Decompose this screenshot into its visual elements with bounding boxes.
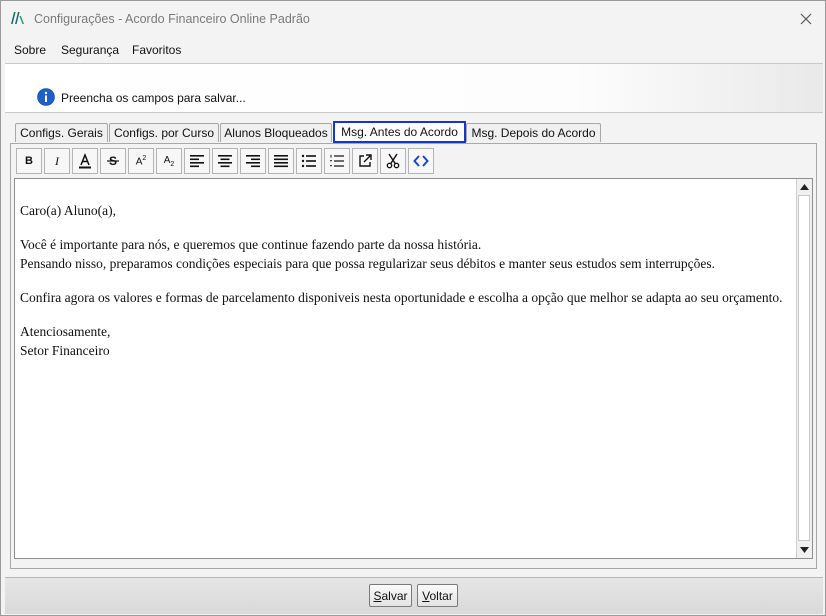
justify-icon	[274, 155, 288, 168]
italic-button[interactable]: I	[44, 148, 70, 174]
source-code-icon	[413, 155, 429, 167]
tab-configs-por-curso[interactable]: Configs. por Curso	[109, 123, 219, 142]
tab-label: Msg. Depois do Acordo	[471, 126, 596, 140]
align-center-icon	[218, 155, 232, 168]
bold-button[interactable]: B	[16, 148, 42, 174]
scroll-up-icon[interactable]	[798, 180, 811, 194]
tab-msg-antes-do-acordo[interactable]: Msg. Antes do Acordo	[333, 121, 466, 143]
close-button[interactable]	[795, 8, 817, 30]
paragraph-1-line-2: Pensando nisso, preparamos condições esp…	[20, 256, 716, 271]
tab-label: Configs. Gerais	[20, 126, 103, 140]
close-icon	[800, 13, 812, 25]
superscript-button[interactable]: A2	[128, 148, 154, 174]
menu-bar: Sobre Segurança Favoritos	[1, 37, 825, 62]
subscript-button[interactable]: A2	[156, 148, 182, 174]
italic-icon: I	[55, 153, 59, 168]
closing-text: Atenciosamente,	[20, 324, 111, 339]
message-editor[interactable]: Caro(a) Aluno(a), Você é importante para…	[14, 178, 813, 559]
signature-text: Setor Financeiro	[20, 343, 110, 358]
tab-strip: Configs. Gerais Configs. por Curso Aluno…	[1, 121, 825, 145]
align-left-button[interactable]	[184, 148, 210, 174]
strikethrough-button[interactable]: S	[100, 148, 126, 174]
align-center-button[interactable]	[212, 148, 238, 174]
settings-window: Configurações - Acordo Financeiro Online…	[0, 0, 826, 616]
source-code-button[interactable]	[408, 148, 434, 174]
bullet-list-icon	[301, 154, 316, 168]
align-right-button[interactable]	[240, 148, 266, 174]
numbered-list-icon	[330, 154, 344, 167]
editor-content: Caro(a) Aluno(a), Você é importante para…	[20, 201, 790, 375]
title-bar: Configurações - Acordo Financeiro Online…	[1, 1, 825, 37]
scroll-track[interactable]	[798, 195, 810, 541]
save-label: Salvar	[373, 588, 408, 603]
tab-configs-gerais[interactable]: Configs. Gerais	[15, 123, 108, 142]
info-banner: Preencha os campos para salvar...	[5, 63, 823, 113]
tab-label: Msg. Antes do Acordo	[341, 125, 458, 139]
subscript-icon: A2	[163, 154, 175, 168]
bullet-list-button[interactable]	[296, 148, 322, 174]
tab-alunos-bloqueados[interactable]: Alunos Bloqueados	[220, 123, 332, 142]
external-link-icon	[359, 154, 372, 167]
menu-sobre[interactable]: Sobre	[14, 43, 46, 57]
cut-icon	[386, 153, 400, 169]
info-message: Preencha os campos para salvar...	[61, 91, 246, 105]
footer-bar: Salvar Voltar	[5, 577, 823, 614]
bold-icon: B	[25, 155, 33, 167]
tab-label: Alunos Bloqueados	[224, 126, 328, 140]
paragraph-1-line-1: Você é importante para nós, e queremos q…	[20, 237, 482, 252]
external-link-button[interactable]	[352, 148, 378, 174]
strikethrough-icon: S	[107, 154, 119, 168]
greeting-text: Caro(a) Aluno(a),	[20, 203, 116, 218]
font-color-icon	[79, 153, 91, 169]
paragraph-2: Confira agora os valores e formas de par…	[20, 290, 783, 305]
align-right-icon	[246, 155, 260, 168]
paragraph-1: Você é importante para nós, e queremos q…	[20, 235, 790, 273]
superscript-icon: A2	[135, 154, 147, 168]
app-logo-icon	[10, 11, 26, 25]
align-left-icon	[190, 155, 204, 168]
tab-msg-depois-do-acordo[interactable]: Msg. Depois do Acordo	[466, 123, 601, 142]
scroll-down-icon[interactable]	[798, 543, 811, 557]
back-button[interactable]: Voltar	[417, 584, 458, 607]
cut-button[interactable]	[380, 148, 406, 174]
numbered-list-button[interactable]	[324, 148, 350, 174]
info-icon	[37, 88, 55, 106]
window-title: Configurações - Acordo Financeiro Online…	[34, 12, 310, 26]
menu-favoritos[interactable]: Favoritos	[132, 43, 181, 57]
menu-seguranca[interactable]: Segurança	[61, 43, 119, 57]
closing-block: Atenciosamente, Setor Financeiro	[20, 322, 790, 360]
tab-label: Configs. por Curso	[113, 126, 215, 140]
vertical-scrollbar[interactable]	[796, 179, 812, 558]
back-label: Voltar	[422, 588, 453, 603]
save-button[interactable]: Salvar	[369, 584, 412, 607]
justify-button[interactable]	[268, 148, 294, 174]
font-color-button[interactable]	[72, 148, 98, 174]
